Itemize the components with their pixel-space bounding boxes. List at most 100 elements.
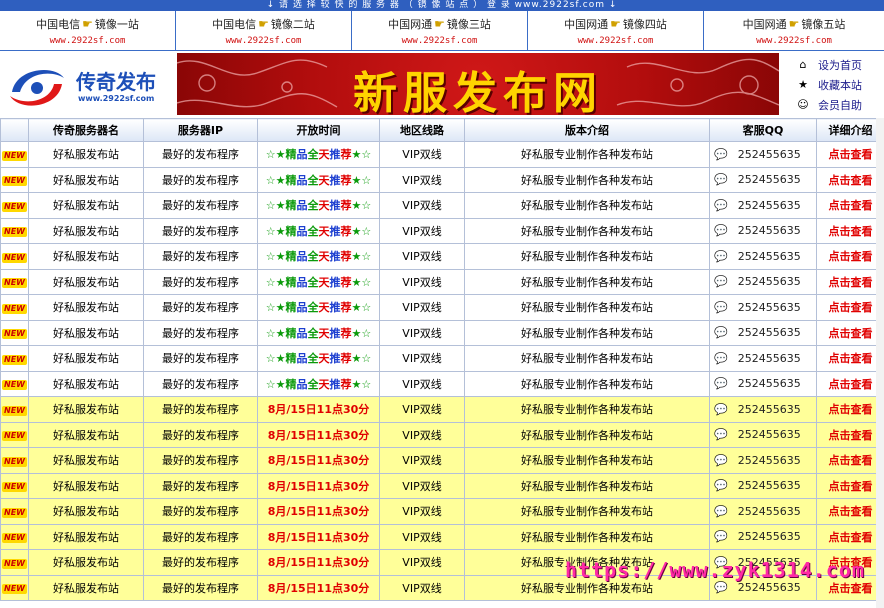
member-self-service-link[interactable]: ☺ 会员自助	[790, 95, 884, 115]
server-name[interactable]: 好私服发布站	[28, 421, 144, 448]
detail-link[interactable]: 点击查看	[816, 217, 884, 244]
table-row[interactable]: NEW好私服发布站最好的发布程序 ☆★☆★精品全天推荐★☆精品全天推荐★☆ VIP双…	[0, 319, 884, 346]
qq-cell[interactable]: 💬 252455635	[709, 243, 817, 270]
qq-cell[interactable]: 💬 252455635	[709, 472, 817, 499]
table-row[interactable]: NEW好私服发布站最好的发布程序 ☆★☆★精品全天推荐★☆精品全天推荐★☆ VIP双…	[0, 192, 884, 219]
set-homepage-link[interactable]: ⌂ 设为首页	[790, 55, 884, 75]
mirror-url[interactable]: www.2922sf.com	[528, 36, 703, 46]
qq-cell[interactable]: 💬 252455635	[709, 166, 817, 193]
table-row[interactable]: NEW 好私服发布站 最好的发布程序 8月/15日11点30分 VIP双线 好私服专业制作…	[0, 447, 884, 474]
site-logo[interactable]: 传奇发布 www.2922sf.com	[4, 56, 174, 114]
table-row[interactable]: NEW 好私服发布站 最好的发布程序 8月/15日11点30分 VIP双线 好私服专业制作…	[0, 523, 884, 550]
qq-cell[interactable]: 💬 252455635	[709, 319, 817, 346]
detail-link[interactable]: 点击查看	[816, 396, 884, 423]
detail-link[interactable]: 点击查看	[816, 141, 884, 168]
qq-chat-icon[interactable]: 💬	[714, 326, 728, 339]
server-name[interactable]: 好私服发布站	[28, 294, 144, 321]
qq-cell[interactable]: 💬 252455635	[709, 217, 817, 244]
server-name[interactable]: 好私服发布站	[28, 498, 144, 525]
server-name[interactable]: 好私服发布站	[28, 141, 144, 168]
qq-cell[interactable]: 💬 252455635	[709, 370, 817, 397]
server-name[interactable]: 好私服发布站	[28, 166, 144, 193]
mirror-site-3[interactable]: 中国网通 ☛ 镜像三站 www.2922sf.com	[352, 11, 528, 51]
table-row[interactable]: NEW好私服发布站最好的发布程序 ☆★☆★精品全天推荐★☆精品全天推荐★☆ VIP双…	[0, 141, 884, 168]
table-row[interactable]: NEW 好私服发布站 最好的发布程序 8月/15日11点30分 VIP双线 好私服专业制作…	[0, 396, 884, 423]
server-name[interactable]: 好私服发布站	[28, 370, 144, 397]
mirror-url[interactable]: www.2922sf.com	[176, 36, 351, 46]
qq-chat-icon[interactable]: 💬	[714, 148, 728, 161]
table-row[interactable]: NEW好私服发布站最好的发布程序 ☆★☆★精品全天推荐★☆精品全天推荐★☆ VIP双…	[0, 370, 884, 397]
mirror-url[interactable]: www.2922sf.com	[352, 36, 527, 46]
table-row[interactable]: NEW好私服发布站最好的发布程序 ☆★☆★精品全天推荐★☆精品全天推荐★☆ VIP双…	[0, 345, 884, 372]
qq-cell[interactable]: 💬 252455635	[709, 447, 817, 474]
table-row[interactable]: NEW 好私服发布站 最好的发布程序 8月/15日11点30分 VIP双线 好私服专业制作…	[0, 498, 884, 525]
table-row[interactable]: NEW 好私服发布站 最好的发布程序 8月/15日11点30分 VIP双线 好私服专业制作…	[0, 421, 884, 448]
qq-cell[interactable]: 💬 252455635	[709, 421, 817, 448]
qq-cell[interactable]: 💬 252455635	[709, 192, 817, 219]
qq-chat-icon[interactable]: 💬	[714, 377, 728, 390]
detail-link[interactable]: 点击查看	[816, 447, 884, 474]
qq-cell[interactable]: 💬 252455635	[709, 268, 817, 295]
detail-link[interactable]: 点击查看	[816, 243, 884, 270]
qq-chat-icon[interactable]: 💬	[714, 403, 728, 416]
server-name[interactable]: 好私服发布站	[28, 523, 144, 550]
mirror-site-4[interactable]: 中国网通 ☛ 镜像四站 www.2922sf.com	[528, 11, 704, 51]
page-scrollbar[interactable]	[876, 118, 884, 608]
server-name[interactable]: 好私服发布站	[28, 192, 144, 219]
detail-link[interactable]: 点击查看	[816, 345, 884, 372]
new-badge-cell: NEW	[0, 370, 29, 397]
qq-cell[interactable]: 💬 252455635	[709, 396, 817, 423]
qq-cell[interactable]: 💬 252455635	[709, 523, 817, 550]
qq-chat-icon[interactable]: 💬	[714, 530, 728, 543]
server-name[interactable]: 好私服发布站	[28, 243, 144, 270]
detail-link[interactable]: 点击查看	[816, 472, 884, 499]
detail-link[interactable]: 点击查看	[816, 498, 884, 525]
qq-chat-icon[interactable]: 💬	[714, 224, 728, 237]
mirror-site-2[interactable]: 中国电信 ☛ 镜像二站 www.2922sf.com	[176, 11, 352, 51]
qq-chat-icon[interactable]: 💬	[714, 275, 728, 288]
detail-link[interactable]: 点击查看	[816, 294, 884, 321]
table-row[interactable]: NEW好私服发布站最好的发布程序 ☆★☆★精品全天推荐★☆精品全天推荐★☆ VIP双…	[0, 217, 884, 244]
server-name[interactable]: 好私服发布站	[28, 574, 144, 601]
qq-cell[interactable]: 💬 252455635	[709, 141, 817, 168]
qq-chat-icon[interactable]: 💬	[714, 454, 728, 467]
server-name[interactable]: 好私服发布站	[28, 396, 144, 423]
detail-link[interactable]: 点击查看	[816, 421, 884, 448]
mirror-url[interactable]: www.2922sf.com	[0, 36, 175, 46]
qq-chat-icon[interactable]: 💬	[714, 301, 728, 314]
detail-link[interactable]: 点击查看	[816, 268, 884, 295]
server-name[interactable]: 好私服发布站	[28, 447, 144, 474]
table-row[interactable]: NEW好私服发布站最好的发布程序 ☆★☆★精品全天推荐★☆精品全天推荐★☆ VIP双…	[0, 243, 884, 270]
qq-chat-icon[interactable]: 💬	[714, 173, 728, 186]
qq-cell[interactable]: 💬 252455635	[709, 345, 817, 372]
qq-cell[interactable]: 💬 252455635	[709, 294, 817, 321]
table-row[interactable]: NEW 好私服发布站 最好的发布程序 8月/15日11点30分 VIP双线 好私服专业制作…	[0, 472, 884, 499]
qq-chat-icon[interactable]: 💬	[714, 250, 728, 263]
server-name[interactable]: 好私服发布站	[28, 472, 144, 499]
table-row[interactable]: NEW好私服发布站最好的发布程序 ☆★☆★精品全天推荐★☆精品全天推荐★☆ VIP双…	[0, 268, 884, 295]
server-name[interactable]: 好私服发布站	[28, 345, 144, 372]
detail-link[interactable]: 点击查看	[816, 370, 884, 397]
qq-chat-icon[interactable]: 💬	[714, 352, 728, 365]
mirror-site-1[interactable]: 中国电信 ☛ 镜像一站 www.2922sf.com	[0, 11, 176, 51]
table-row[interactable]: NEW好私服发布站最好的发布程序 ☆★☆★精品全天推荐★☆精品全天推荐★☆ VIP双…	[0, 166, 884, 193]
qq-chat-icon[interactable]: 💬	[714, 199, 728, 212]
add-favorite-link[interactable]: ★ 收藏本站	[790, 75, 884, 95]
mirror-site-5[interactable]: 中国网通 ☛ 镜像五站 www.2922sf.com	[704, 11, 884, 51]
qq-cell[interactable]: 💬 252455635	[709, 498, 817, 525]
qq-chat-icon[interactable]: 💬	[714, 479, 728, 492]
qq-chat-icon[interactable]: 💬	[714, 505, 728, 518]
table-row[interactable]: NEW好私服发布站最好的发布程序 ☆★☆★精品全天推荐★☆精品全天推荐★☆ VIP双…	[0, 294, 884, 321]
detail-link[interactable]: 点击查看	[816, 319, 884, 346]
server-name[interactable]: 好私服发布站	[28, 268, 144, 295]
server-name[interactable]: 好私服发布站	[28, 549, 144, 576]
new-badge: NEW	[2, 278, 27, 289]
server-name[interactable]: 好私服发布站	[28, 217, 144, 244]
detail-link[interactable]: 点击查看	[816, 192, 884, 219]
detail-link[interactable]: 点击查看	[816, 523, 884, 550]
mirror-url[interactable]: www.2922sf.com	[704, 36, 884, 46]
detail-link[interactable]: 点击查看	[816, 166, 884, 193]
server-name[interactable]: 好私服发布站	[28, 319, 144, 346]
qq-chat-icon[interactable]: 💬	[714, 581, 728, 594]
qq-chat-icon[interactable]: 💬	[714, 428, 728, 441]
